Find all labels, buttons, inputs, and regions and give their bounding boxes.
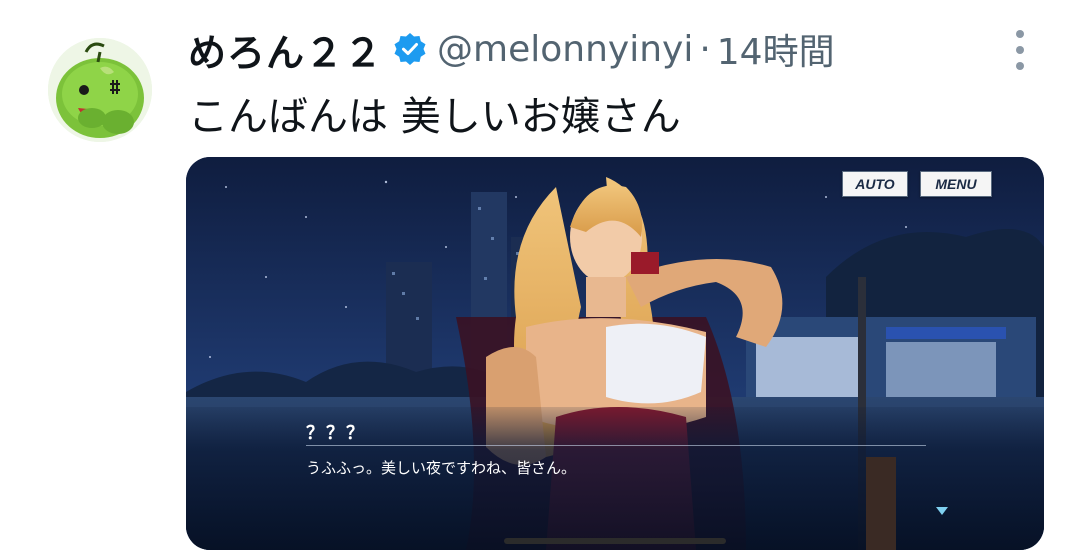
tweet-header: めろん２２ @melonnyinyi · 14時間 xyxy=(188,23,835,75)
avatar-image xyxy=(48,38,152,142)
header-separator: · xyxy=(699,28,711,70)
verified-badge-icon xyxy=(393,32,427,66)
avatar[interactable] xyxy=(48,38,152,142)
auto-button[interactable]: AUTO xyxy=(842,171,908,197)
user-handle[interactable]: @melonnyinyi xyxy=(437,29,693,70)
dialogue-text: うふふっ。美しい夜ですわね、皆さん。 xyxy=(306,459,577,477)
tweet-text: こんばんは 美しいお嬢さん xyxy=(188,94,681,140)
menu-button[interactable]: MENU xyxy=(920,171,992,197)
speaker-name: ？？？ xyxy=(306,423,366,444)
display-name[interactable]: めろん２２ xyxy=(188,22,383,77)
home-indicator[interactable] xyxy=(504,538,726,544)
dialog-divider xyxy=(306,445,926,446)
tweet-timestamp[interactable]: 14時間 xyxy=(717,23,835,75)
tweet-media[interactable]: AUTO MENU ？？？ うふふっ。美しい夜ですわね、皆さん。 xyxy=(186,157,1044,550)
next-arrow-icon[interactable] xyxy=(936,507,948,515)
game-scene-image xyxy=(186,157,1044,550)
more-options-icon[interactable] xyxy=(1008,30,1032,70)
